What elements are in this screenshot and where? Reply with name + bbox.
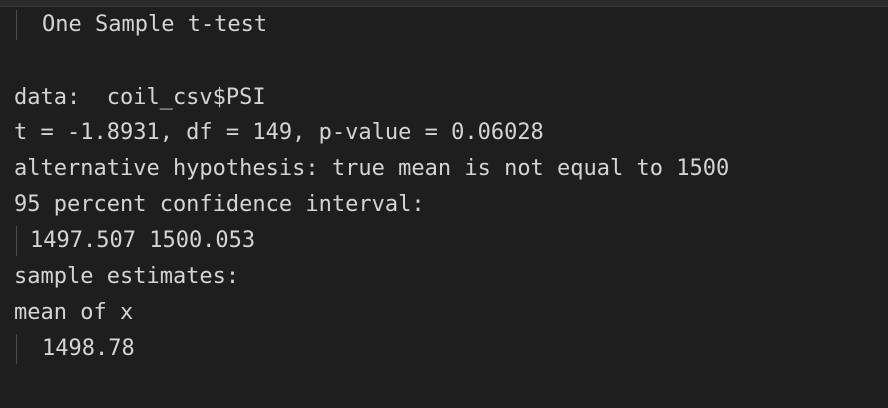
test-title: One Sample t-test xyxy=(42,12,268,37)
alternative-hypothesis-line: alternative hypothesis: true mean is not… xyxy=(14,156,730,181)
data-line: data: coil_csv$PSI xyxy=(14,85,266,110)
panel-top-border xyxy=(0,0,888,7)
sample-estimates-header: sample estimates: xyxy=(14,264,240,289)
confidence-interval-header: 95 percent confidence interval: xyxy=(14,192,425,217)
indent-guide xyxy=(16,10,17,40)
mean-value: 1498.78 xyxy=(42,336,135,361)
statistics-line: t = -1.8931, df = 149, p-value = 0.06028 xyxy=(14,120,544,145)
indent-guide xyxy=(16,334,17,364)
mean-label: mean of x xyxy=(14,300,134,325)
confidence-interval-values: 1497.507 1500.053 xyxy=(30,228,256,253)
indent-guide xyxy=(16,226,17,256)
r-console-output: One Sample t-test data: coil_csv$PSI t =… xyxy=(0,0,888,408)
